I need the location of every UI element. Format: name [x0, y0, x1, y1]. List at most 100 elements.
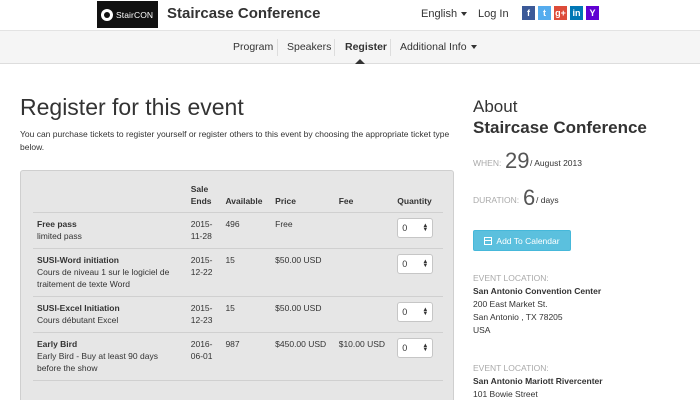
nav-additional-info-label: Additional Info [400, 41, 467, 53]
googleplus-icon[interactable]: g+ [554, 6, 567, 20]
quantity-select[interactable]: 0 ▲ ▼ [397, 302, 434, 322]
nav-divider [390, 39, 391, 56]
quantity-select[interactable]: 0 ▲ ▼ [397, 218, 434, 238]
quantity-value: 0 [402, 307, 408, 317]
select-arrows-icon: ▲ ▼ [422, 259, 429, 269]
quantity-cell: 0 ▲ ▼ [393, 296, 443, 333]
when-label: WHEN: [473, 158, 502, 168]
fee-cell [334, 296, 394, 333]
quantity-select[interactable]: 0 ▲ ▼ [397, 254, 434, 274]
logo-text: StairCON [116, 9, 154, 20]
quantity-cell: 0 ▲ ▼ [393, 332, 443, 381]
fee-cell [334, 212, 394, 249]
fee-cell: $10.00 USD [334, 332, 394, 381]
table-row: SUSI-Excel Initiation Cours débutant Exce… [33, 296, 443, 333]
nav-divider [334, 39, 335, 56]
available-cell: 15 [221, 248, 272, 297]
about-heading: About [473, 97, 518, 116]
event-location-label: EVENT LOCATION: [473, 363, 549, 373]
quantity-value: 0 [402, 223, 408, 233]
ticket-cell: SUSI-Excel Initiation Cours débutant Exce… [33, 296, 187, 333]
sale-ends-cell: 2015- 11-28 [186, 212, 222, 249]
col-header-fee: Fee [334, 183, 394, 213]
fee-cell [334, 248, 394, 297]
select-arrows-icon: ▲ ▼ [422, 223, 429, 233]
ticket-description: Cours de niveau 1 sur le logiciel de tra… [37, 267, 170, 289]
about-conference-name: Staircase Conference [473, 118, 647, 137]
price-cell: $50.00 USD [271, 296, 335, 333]
col-header-available: Available [221, 183, 272, 213]
ticket-name: SUSI-Word initiation [37, 255, 120, 265]
available-cell: 15 [221, 296, 272, 333]
location-address-line: 200 East Market St. [473, 299, 548, 309]
location-name: San Antonio Convention Center [473, 286, 602, 296]
ticket-cell: Early Bird Early Bird - Buy at least 90 d… [33, 332, 187, 381]
table-row: Free pass limited pass 2015- 11-28 496 Fre… [33, 212, 443, 249]
top-header: StairCON Staircase Conference English Lo… [0, 0, 700, 30]
calendar-icon [484, 236, 493, 245]
nav-register[interactable]: Register [345, 41, 387, 53]
chevron-down-icon [470, 45, 477, 50]
twitter-icon[interactable]: t [538, 6, 551, 20]
ticket-description: limited pass [37, 231, 82, 241]
price-cell: $450.00 USD [271, 332, 335, 381]
ticket-name: SUSI-Excel Initiation [37, 303, 120, 313]
quantity-value: 0 [402, 259, 408, 269]
sale-ends-cell: 2015- 12-23 [186, 296, 222, 333]
site-title[interactable]: Staircase Conference [167, 5, 320, 22]
col-header-sale-ends: Sale Ends [186, 183, 222, 213]
nav-program[interactable]: Program [233, 41, 273, 53]
language-label: English [421, 8, 458, 20]
event-location-label: EVENT LOCATION: [473, 273, 549, 283]
ticket-description: Early Bird - Buy at least 90 days before… [37, 351, 158, 373]
logo-mark-icon [101, 8, 113, 21]
col-header-ticket [33, 183, 187, 213]
sale-ends-cell: 2015- 12-22 [186, 248, 222, 297]
nav-speakers[interactable]: Speakers [287, 41, 331, 53]
duration-unit: / days [536, 195, 559, 205]
location-address-line: USA [473, 325, 491, 335]
ticket-name: Early Bird [37, 339, 78, 349]
ticket-table: Sale Ends Available Price Fee Quantity Fr… [33, 183, 443, 381]
ticket-cell: SUSI-Word initiation Cours de niveau 1 su… [33, 248, 187, 297]
ticket-name: Free pass [37, 219, 77, 229]
location-address-line: San Antonio , TX 78205 [473, 312, 563, 322]
select-arrows-icon: ▲ ▼ [422, 343, 429, 353]
login-link[interactable]: Log In [478, 8, 509, 20]
nav-divider [277, 39, 278, 56]
available-cell: 987 [221, 332, 272, 381]
price-cell: $50.00 USD [271, 248, 335, 297]
duration-number: 6 [523, 185, 536, 210]
table-row: Early Bird Early Bird - Buy at least 90 d… [33, 332, 443, 381]
when-month-year: / August 2013 [530, 158, 582, 168]
table-row: SUSI-Word initiation Cours de niveau 1 su… [33, 248, 443, 297]
when-day: 29 [505, 148, 530, 173]
ticket-panel: Sale Ends Available Price Fee Quantity Fr… [20, 170, 454, 400]
select-arrows-icon: ▲ ▼ [422, 307, 429, 317]
facebook-icon[interactable]: f [522, 6, 535, 20]
site-logo[interactable]: StairCON [97, 1, 158, 28]
intro-text: You can purchase tickets to register you… [20, 129, 450, 152]
add-to-calendar-label: Add To Calendar [496, 235, 560, 246]
yahoo-icon[interactable]: Y [586, 6, 599, 20]
linkedin-icon[interactable]: in [570, 6, 583, 20]
language-dropdown[interactable]: English [421, 8, 468, 20]
quantity-select[interactable]: 0 ▲ ▼ [397, 338, 434, 358]
page-title: Register for this event [20, 94, 244, 120]
location-address-line: 101 Bowie Street [473, 389, 538, 399]
quantity-value: 0 [402, 343, 408, 353]
quantity-cell: 0 ▲ ▼ [393, 212, 443, 249]
nav-additional-info[interactable]: Additional Info [400, 41, 477, 53]
available-cell: 496 [221, 212, 272, 249]
price-cell: Free [271, 212, 335, 249]
col-header-price: Price [271, 183, 335, 213]
chevron-down-icon [461, 12, 468, 17]
ticket-description: Cours débutant Excel [37, 315, 119, 325]
active-tab-indicator [355, 59, 365, 64]
table-header-row: Sale Ends Available Price Fee Quantity [33, 183, 443, 213]
duration-label: DURATION: [473, 195, 520, 205]
ticket-cell: Free pass limited pass [33, 212, 187, 249]
sale-ends-cell: 2016- 06-01 [186, 332, 222, 381]
add-to-calendar-button[interactable]: Add To Calendar [473, 230, 571, 251]
social-links: f t g+ in Y [522, 6, 599, 20]
